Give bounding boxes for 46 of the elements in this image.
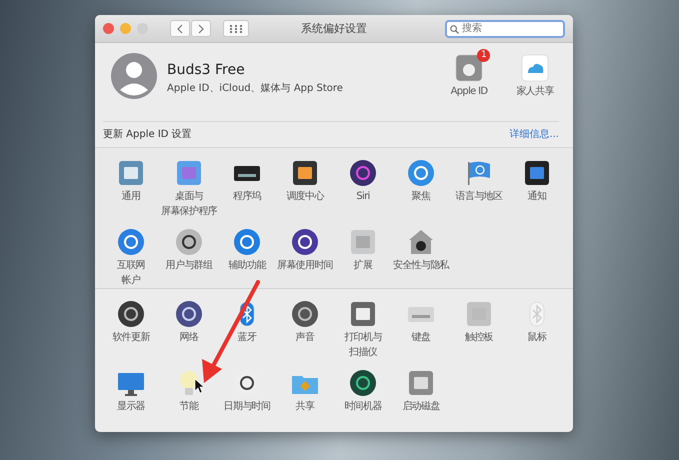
window-title: 系统偏好设置 bbox=[301, 21, 367, 36]
notification-badge: 1 bbox=[477, 49, 490, 62]
account-subtitle: Apple ID、iCloud、媒体与 App Store bbox=[167, 82, 343, 95]
search-field[interactable]: 搜索 bbox=[445, 20, 565, 38]
preference-pane-button[interactable]: 触控板 bbox=[450, 299, 508, 358]
preference-pane-button[interactable]: 通知 bbox=[508, 158, 566, 217]
preference-pane-button[interactable]: 语言与地区 bbox=[450, 158, 508, 217]
preference-pane-button[interactable]: 节能 bbox=[160, 368, 218, 412]
preference-pane-button[interactable]: 互联网 帐户 bbox=[102, 227, 160, 286]
preference-pane-button[interactable]: 桌面与 屏幕保护程序 bbox=[160, 158, 218, 217]
mouse-pointer-icon bbox=[194, 378, 205, 394]
preference-pane-button[interactable]: 启动磁盘 bbox=[392, 368, 450, 412]
back-button[interactable] bbox=[170, 20, 190, 37]
forward-button[interactable] bbox=[191, 20, 211, 37]
chevron-left-icon bbox=[176, 24, 184, 34]
preference-pane-button[interactable]: 用户与群组 bbox=[160, 227, 218, 286]
preference-pane-button[interactable]: 蓝牙 bbox=[218, 299, 276, 358]
family-sharing-button[interactable]: 家人共享 bbox=[511, 53, 559, 113]
preference-pane-button[interactable]: 键盘 bbox=[392, 299, 450, 358]
preference-pane-button[interactable]: 扩展 bbox=[334, 227, 392, 286]
grid-icon bbox=[230, 24, 242, 32]
preference-pane-button[interactable]: 聚焦 bbox=[392, 158, 450, 217]
preference-pane-button[interactable]: 共享 bbox=[276, 368, 334, 412]
details-link[interactable]: 详细信息... bbox=[509, 127, 559, 141]
preference-pane-button[interactable]: 辅助功能 bbox=[218, 227, 276, 286]
avatar-silhouette bbox=[111, 53, 157, 99]
preference-pane-button[interactable]: 软件更新 bbox=[102, 299, 160, 358]
preference-pane-button[interactable]: 日期与时间 bbox=[218, 368, 276, 412]
show-all-button[interactable] bbox=[223, 20, 249, 37]
preference-pane-button[interactable]: 通用 bbox=[102, 158, 160, 217]
preference-pane-button[interactable]: 程序坞 bbox=[218, 158, 276, 217]
notice-text: 更新 Apple ID 设置 bbox=[103, 128, 192, 141]
preference-pane-button[interactable]: 安全性与隐私 bbox=[392, 227, 450, 286]
cloud-icon bbox=[520, 53, 550, 83]
preference-pane-button[interactable]: 显示器 bbox=[102, 368, 160, 412]
preference-pane-button[interactable]: Siri bbox=[334, 158, 392, 217]
chevron-right-icon bbox=[197, 24, 205, 34]
preference-pane-button[interactable]: 网络 bbox=[160, 299, 218, 358]
preference-pane-button[interactable]: 鼠标 bbox=[508, 299, 566, 358]
preference-pane-button[interactable]: 声音 bbox=[276, 299, 334, 358]
preference-pane-button[interactable]: 屏幕使用时间 bbox=[276, 227, 334, 286]
close-button[interactable] bbox=[103, 23, 114, 34]
account-name: Buds3 Free bbox=[167, 62, 246, 78]
preference-pane-button[interactable]: 时间机器 bbox=[334, 368, 392, 412]
preference-pane-button[interactable]: 调度中心 bbox=[276, 158, 334, 217]
preference-pane-button[interactable]: 打印机与 扫描仪 bbox=[334, 299, 392, 358]
